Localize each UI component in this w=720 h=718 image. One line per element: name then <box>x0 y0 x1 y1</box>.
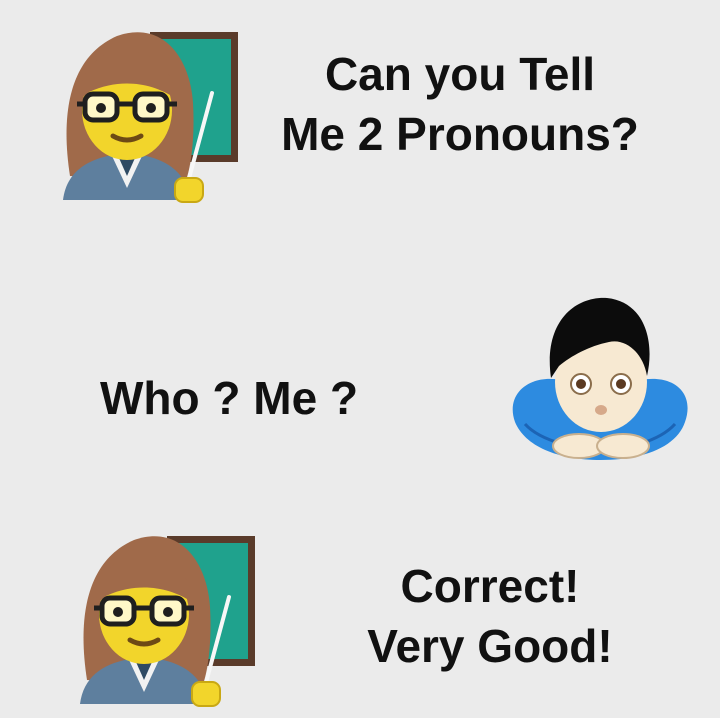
teacher-icon <box>63 32 238 203</box>
teacher-response-caption: Correct! Very Good! <box>290 556 690 676</box>
caption-line: Who ? Me ? <box>100 372 359 424</box>
meme-canvas: { "panels": [ { "speaker": "teacher-icon… <box>0 0 720 718</box>
teacher-question-caption: Can you Tell Me 2 Pronouns? <box>240 44 680 164</box>
caption-line: Very Good! <box>367 620 613 672</box>
boy-icon <box>512 297 688 460</box>
caption-line: Can you Tell <box>324 48 596 100</box>
caption-line: Correct! <box>400 560 580 612</box>
caption-line: Me 2 Pronouns? <box>281 108 639 160</box>
teacher-icon <box>80 536 255 707</box>
student-answer-caption: Who ? Me ? <box>100 368 420 428</box>
